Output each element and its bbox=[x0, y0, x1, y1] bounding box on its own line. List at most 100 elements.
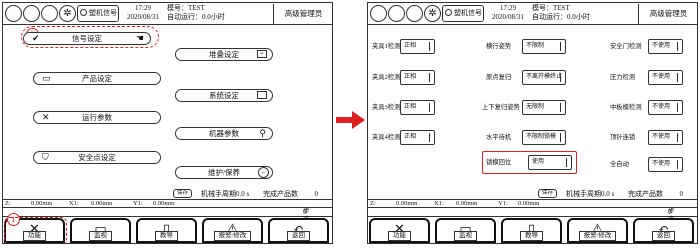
select-fixture4[interactable]: 正相 bbox=[400, 130, 435, 145]
tab-return[interactable]: ↶ 返回 bbox=[268, 218, 329, 243]
header-bar: ✲ 塑机信号 17:29 2020/08/31 模号：TEST 自动运行：0.0小时… bbox=[368, 3, 697, 25]
y1-label: Y1: bbox=[133, 200, 143, 207]
tab-teach[interactable]: ▯ 教导 bbox=[501, 218, 562, 243]
menu-stack-settings[interactable]: 堆叠设定 ≡ bbox=[175, 48, 273, 61]
signal-label-mold-lock-return: 锁模回位 bbox=[486, 159, 512, 166]
select-updown-return[interactable]: 无限制 bbox=[522, 100, 566, 115]
menu-label: 系统设定 bbox=[209, 91, 239, 100]
step-bar: 步序 0 bbox=[3, 208, 332, 223]
status-indicator-2 bbox=[388, 5, 405, 22]
menu-run-params[interactable]: ✕ 运行参数 bbox=[33, 111, 161, 124]
tab-label-wrap: 教导 bbox=[503, 231, 560, 241]
tab-return[interactable]: ↶ 返回 bbox=[633, 218, 694, 243]
cycle-label: 机械手周期 bbox=[566, 190, 601, 198]
signal-label-fixture1: 夹具1检测 bbox=[372, 43, 401, 50]
tab-label: 监视 bbox=[454, 231, 477, 241]
menu-safety-settings[interactable]: ⛉ 安全点设定 bbox=[33, 151, 161, 164]
cycle-bar: 保存 机械手周期0.0 s 完成产品数 0 bbox=[3, 189, 332, 199]
minus-circle-icon: − bbox=[258, 167, 269, 178]
arrow-right-icon bbox=[336, 111, 365, 129]
save-button[interactable]: 保存 bbox=[173, 189, 193, 198]
x1-label: X1: bbox=[69, 200, 79, 207]
step-readout: 步序 0 bbox=[153, 208, 310, 223]
menu-label: 安全点设定 bbox=[78, 153, 116, 162]
menu-product-settings[interactable]: ▭ 产品设定 bbox=[33, 72, 161, 85]
mold-info: 模号：TEST 自动运行：0.0小时 bbox=[532, 4, 590, 22]
select-fixture3[interactable]: 正相 bbox=[400, 100, 435, 115]
signal-label-pressure: 压力检测 bbox=[610, 74, 636, 81]
finished-count-label: 完成产品数 bbox=[628, 190, 663, 198]
menu-label: 运行参数 bbox=[82, 113, 112, 122]
tab-function[interactable]: ✕ 功能 bbox=[369, 218, 430, 243]
select-mold-lock-return[interactable]: 使用 bbox=[528, 155, 572, 170]
signal-label-horizontal-standby: 水平待机 bbox=[486, 134, 512, 141]
signal-label-middle-plate: 中板模检测 bbox=[610, 104, 642, 111]
tab-label-wrap: 返回 bbox=[635, 231, 692, 241]
monitor-icon bbox=[257, 91, 267, 99]
cycle-value: 0.0 s bbox=[601, 190, 615, 198]
signal-label-fixture4: 夹具4检测 bbox=[372, 134, 401, 141]
signal-label: 塑机信号 bbox=[454, 9, 482, 17]
select-horizontal-standby[interactable]: 不限制锁模 bbox=[522, 130, 566, 145]
user-level[interactable]: 高级管理员 bbox=[638, 4, 697, 24]
menu-system-settings[interactable]: 系统设定 bbox=[175, 89, 273, 102]
signal-label-ejector-interlock: 顶针连锁 bbox=[610, 134, 636, 141]
select-full-auto[interactable]: 不使用 bbox=[648, 157, 683, 172]
tab-alarm[interactable]: ⚠ 报警/修改 bbox=[567, 218, 628, 243]
clock-time: 17:29 bbox=[500, 4, 516, 12]
step-value: 0 bbox=[668, 208, 672, 215]
screen-signal-settings: ✲ 塑机信号 17:29 2020/08/31 模号：TEST 自动运行：0.0小时… bbox=[367, 2, 698, 244]
signal-indicator[interactable]: 塑机信号 bbox=[442, 5, 484, 22]
stack-icon: ≡ bbox=[257, 50, 267, 58]
position-bar: Z: 0.00mm X1: 0.00mm Y1: 0.00mm bbox=[3, 199, 332, 208]
select-middle-plate[interactable]: 不使用 bbox=[648, 100, 683, 115]
menu-maintenance[interactable]: 维护/保养 − bbox=[175, 166, 273, 179]
clock-time: 17:29 bbox=[135, 4, 151, 12]
tab-alarm[interactable]: ⚠ 报警/修改 bbox=[202, 218, 263, 243]
tab-label: 功能 bbox=[388, 231, 411, 241]
fan-icon[interactable]: ✲ bbox=[59, 5, 76, 22]
finished-count-label: 完成产品数 bbox=[263, 190, 298, 198]
menu-signal-settings[interactable]: ✔ 信号设定 ☚ bbox=[23, 32, 151, 45]
menu-label: 产品设定 bbox=[82, 74, 112, 83]
save-button[interactable]: 保存 bbox=[538, 189, 558, 198]
tab-teach[interactable]: ▯ 教导 bbox=[136, 218, 197, 243]
mold-info: 模号：TEST 自动运行：0.0小时 bbox=[167, 4, 225, 22]
menu-machine-params[interactable]: 机器参数 ⚲ bbox=[175, 127, 273, 140]
step-readout: 步序 0 bbox=[518, 208, 675, 223]
status-indicator-1 bbox=[5, 5, 22, 22]
signal-dot-icon bbox=[80, 9, 87, 16]
cycle-bar: 保存 机械手周期0.0 s 完成产品数 0 bbox=[368, 189, 697, 199]
select-origin-return[interactable]: 不离开模终止 bbox=[522, 70, 566, 85]
finished-count-value: 0 bbox=[314, 190, 319, 198]
arrow-shape bbox=[336, 111, 365, 129]
select-traverse-posture[interactable]: 不限制 bbox=[522, 39, 566, 54]
status-indicator-3 bbox=[406, 5, 423, 22]
menu-label: 堆叠设定 bbox=[209, 50, 239, 59]
tab-monitor[interactable]: ▭ 监视 bbox=[70, 218, 131, 243]
z-value: 0.00mm bbox=[396, 200, 418, 207]
step-bar: 步序 0 bbox=[368, 208, 697, 223]
select-ejector-interlock[interactable]: 不使用 bbox=[648, 130, 683, 145]
tab-monitor[interactable]: ▭ 监视 bbox=[435, 218, 496, 243]
y1-value: 0.00mm bbox=[518, 200, 540, 207]
screen-main-menu: ✲ 塑机信号 17:29 2020/08/31 模号：TEST 自动运行：0.0小时… bbox=[2, 2, 333, 244]
mold-number: 模号：TEST bbox=[167, 4, 205, 12]
signal-dot-icon bbox=[445, 9, 452, 16]
signal-indicator[interactable]: 塑机信号 bbox=[77, 5, 119, 22]
user-level[interactable]: 高级管理员 bbox=[273, 4, 332, 24]
highlight-function-tab bbox=[4, 217, 67, 243]
select-fixture2[interactable]: 正相 bbox=[400, 70, 435, 85]
signal-label: 塑机信号 bbox=[89, 9, 117, 17]
cycle-value: 0.0 s bbox=[236, 190, 250, 198]
tab-label: 报警/修改 bbox=[213, 231, 252, 241]
select-safety-door[interactable]: 不使用 bbox=[648, 39, 683, 54]
select-pressure[interactable]: 不使用 bbox=[648, 70, 683, 85]
menu-label: 机器参数 bbox=[209, 129, 239, 138]
fan-icon[interactable]: ✲ bbox=[424, 5, 441, 22]
shield-icon: ⛉ bbox=[42, 152, 49, 162]
status-indicator-2 bbox=[23, 5, 40, 22]
finished-count-value: 0 bbox=[679, 190, 684, 198]
select-fixture1[interactable]: 正相 bbox=[400, 39, 435, 54]
hand-pointer-icon: ☚ bbox=[135, 33, 144, 43]
